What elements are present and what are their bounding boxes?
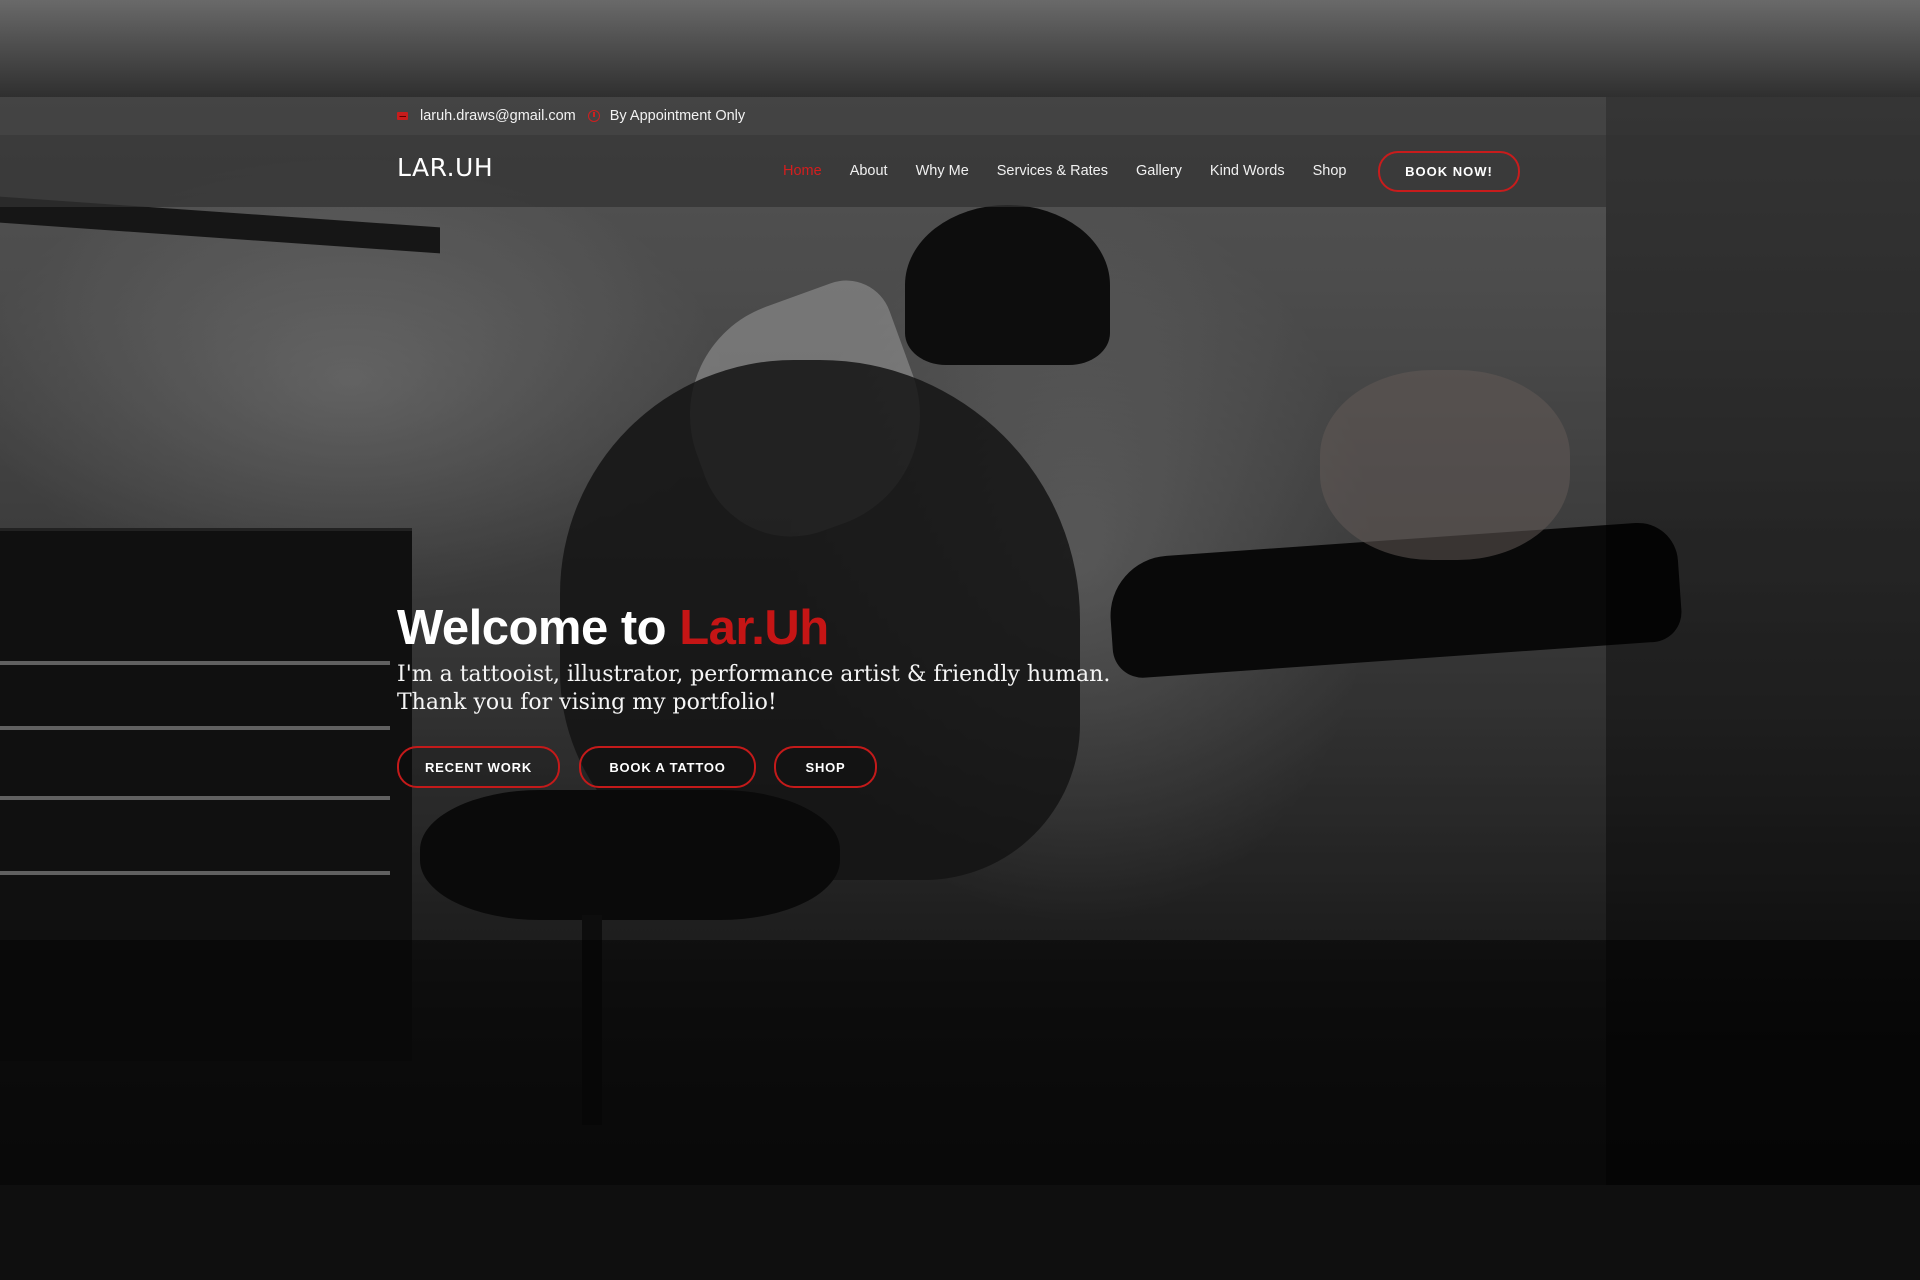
envelope-icon: [397, 112, 408, 120]
blurred-header-reflection: [0, 0, 1920, 97]
book-now-button[interactable]: BOOK NOW!: [1378, 151, 1520, 192]
nav-home[interactable]: Home: [783, 163, 822, 179]
nav-kind-words[interactable]: Kind Words: [1210, 163, 1285, 179]
hero-subtitle-line-2: Thank you for vising my portfolio!: [397, 690, 777, 715]
hero-title: Welcome to Lar.Uh: [397, 600, 829, 656]
nav-why-me[interactable]: Why Me: [916, 163, 969, 179]
clock-icon: [587, 110, 600, 122]
hero-subtitle-line-1: I'm a tattooist, illustrator, performanc…: [397, 662, 1111, 687]
nav-about[interactable]: About: [850, 163, 888, 179]
hero-subtitle: I'm a tattooist, illustrator, performanc…: [397, 661, 1157, 717]
navbar: LAR.UH Home About Why Me Services & Rate…: [0, 135, 1920, 207]
nav-gallery[interactable]: Gallery: [1136, 163, 1182, 179]
main-nav: Home About Why Me Services & Rates Galle…: [783, 135, 1374, 207]
nav-services-rates[interactable]: Services & Rates: [997, 163, 1108, 179]
nav-shop[interactable]: Shop: [1313, 163, 1347, 179]
hero-title-prefix: Welcome to: [397, 601, 680, 655]
site-logo[interactable]: LAR.UH: [397, 153, 493, 182]
shop-button[interactable]: SHOP: [774, 746, 877, 788]
blurred-footer-reflection: [0, 1185, 1920, 1280]
recent-work-button[interactable]: RECENT WORK: [397, 746, 560, 788]
contact-email[interactable]: laruh.draws@gmail.com: [420, 108, 576, 124]
book-a-tattoo-button[interactable]: BOOK A TATTOO: [579, 746, 756, 788]
hours-text: By Appointment Only: [609, 108, 746, 124]
top-info-bar: laruh.draws@gmail.com By Appointment Onl…: [0, 97, 1920, 135]
hero-title-highlight: Lar.Uh: [679, 601, 829, 655]
